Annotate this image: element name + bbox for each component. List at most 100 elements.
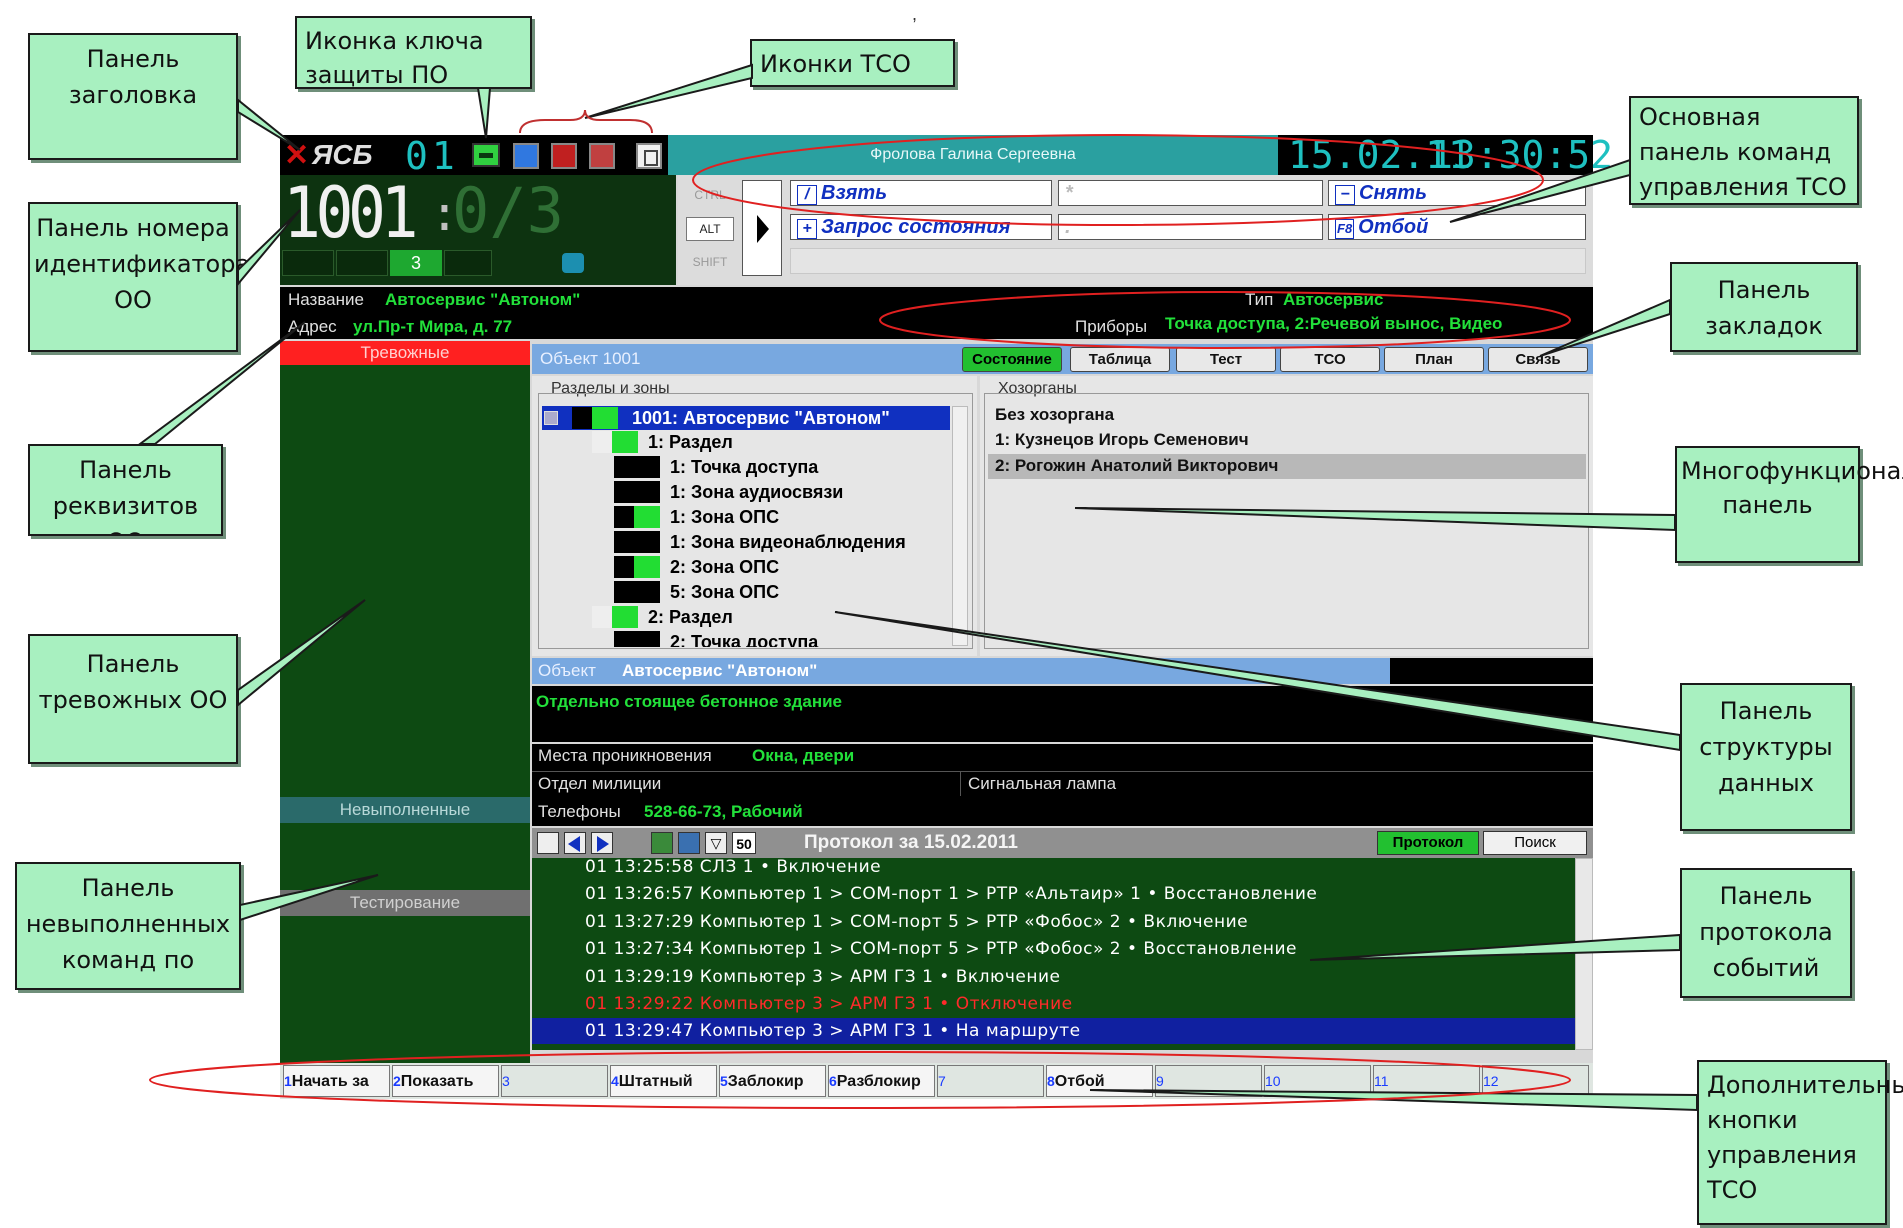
filter-green-icon[interactable] (651, 832, 673, 854)
function-button-number: 1 (284, 1073, 292, 1089)
monitor-icon[interactable] (678, 832, 700, 854)
owner-item[interactable]: Без хозоргана (995, 405, 1114, 425)
callout-main-cmd: Основная панель команд управления ТСО (1629, 96, 1859, 205)
tso-icon-4[interactable] (636, 143, 662, 169)
function-button-label: Заблокир (727, 1073, 804, 1090)
shift-key[interactable]: SHIFT (686, 250, 734, 274)
ctrl-key[interactable]: CTRL (686, 183, 734, 207)
function-button-6[interactable]: 6Разблокир (828, 1065, 935, 1097)
devices-value: Точка доступа, 2:Речевой вынос, Видео (1165, 314, 1503, 333)
protocol-row[interactable]: 01 13:29:19 Компьютер 3 > АРМ ГЗ 1 • Вкл… (532, 964, 1575, 991)
tso-icon-3[interactable] (589, 143, 615, 169)
tab-test[interactable]: Тест (1176, 347, 1276, 372)
take-key: / (797, 185, 817, 205)
entry-value: Окна, двери (752, 746, 855, 765)
query-key: + (797, 219, 817, 239)
function-button-label: Начать за (291, 1073, 369, 1090)
protocol-scrollbar[interactable] (1575, 858, 1593, 1050)
play-button[interactable] (742, 180, 782, 276)
tree-root-label: 1001: Автосервис "Автоном" (632, 408, 890, 428)
address-label: Адрес (288, 317, 337, 336)
protocol-row[interactable]: 01 13:29:47 Компьютер 3 > АРМ ГЗ 1 • На … (532, 1018, 1575, 1045)
root-status-icon (572, 407, 618, 429)
play-icon (757, 215, 769, 243)
function-button-12[interactable]: 12 (1482, 1065, 1589, 1097)
tab-link[interactable]: Связь (1488, 347, 1588, 372)
take-button[interactable]: / Взять (790, 180, 1052, 206)
next-icon[interactable] (591, 832, 613, 854)
function-button-number: 9 (1156, 1073, 1164, 1089)
function-button-5[interactable]: 5Заблокир (719, 1065, 826, 1097)
remove-key: − (1335, 185, 1355, 205)
protocol-row[interactable]: 01 13:27:34 Компьютер 1 > COM-порт 5 > Р… (532, 936, 1575, 963)
function-button-3[interactable]: 3 (501, 1065, 608, 1097)
testing-header[interactable]: Тестирование (280, 890, 530, 916)
alarm-header[interactable]: Тревожные (280, 341, 530, 365)
tab-plan[interactable]: План (1384, 347, 1484, 372)
unfinished-header[interactable]: Невыполненные (280, 797, 530, 823)
callout-id-panel: Панель номера идентификатора ОО (28, 202, 250, 352)
protocol-row[interactable]: 01 13:27:29 Компьютер 1 > COM-порт 5 > Р… (532, 909, 1575, 936)
protocol-row[interactable]: 01 13:29:22 Компьютер 3 > АРМ ГЗ 1 • Отк… (532, 991, 1575, 1018)
count-box[interactable]: 50 (732, 832, 756, 854)
cmd-empty-row (790, 248, 1586, 274)
star-slot[interactable]: * (1058, 180, 1323, 206)
protocol-list: 01 13:25:58 СЛЗ 1 • Включение 01 13:26:57… (532, 858, 1575, 1050)
function-button-label: Штатный (618, 1073, 693, 1090)
function-button-10[interactable]: 10 (1264, 1065, 1371, 1097)
date-display: 15.02.11 (1288, 133, 1472, 177)
protocol-row[interactable]: 01 13:26:57 Компьютер 1 > COM-порт 1 > Р… (532, 881, 1575, 908)
cancel-button[interactable]: F8 Отбой (1328, 214, 1586, 240)
function-button-9[interactable]: 9 (1155, 1065, 1262, 1097)
function-button-number: 7 (938, 1073, 946, 1089)
function-button-1[interactable]: 1Начать за (283, 1065, 390, 1097)
cancel-key: F8 (1335, 219, 1355, 239)
devices-label: Приборы (1075, 317, 1148, 336)
tree-root[interactable]: 1001: Автосервис "Автоном" (542, 406, 950, 430)
callout-multi-panel: Многофункциональная панель (1675, 446, 1903, 563)
object-info-label: Объект (538, 661, 596, 680)
remove-button[interactable]: − Снять (1328, 180, 1586, 206)
function-button-11[interactable]: 11 (1373, 1065, 1480, 1097)
pointer-tso (584, 63, 753, 119)
function-button-2[interactable]: 2Показать (392, 1065, 499, 1097)
function-button-number: 10 (1265, 1073, 1281, 1089)
type-label: Тип (1245, 290, 1274, 309)
id-mini-2 (336, 250, 388, 276)
protocol-row[interactable]: 01 13:25:58 СЛЗ 1 • Включение (532, 858, 1575, 881)
tab-table[interactable]: Таблица (1070, 347, 1170, 372)
protocol-button[interactable]: Протокол (1377, 831, 1479, 855)
collapse-icon[interactable] (544, 411, 558, 425)
function-button-label: Отбой (1054, 1073, 1105, 1090)
function-button-number: 5 (720, 1073, 728, 1089)
id-sep: : (430, 186, 459, 242)
function-button-4[interactable]: 4Штатный (610, 1065, 717, 1097)
tso-icon-2[interactable] (551, 143, 577, 169)
function-button-7[interactable]: 7 (937, 1065, 1044, 1097)
tab-state[interactable]: Состояние (962, 347, 1062, 372)
alt-key[interactable]: ALT (686, 217, 734, 241)
search-button[interactable]: Поиск (1483, 831, 1587, 855)
operator-name: Фролова Галина Сергеевна (870, 146, 1076, 163)
owner-item[interactable]: 2: Рогожин Анатолий Викторович (995, 456, 1278, 476)
owner-item[interactable]: 1: Кузнецов Игорь Семенович (995, 430, 1249, 450)
filter-icon[interactable]: ▽ (705, 832, 727, 854)
name-label: Название (288, 290, 364, 309)
callout-protocol: Панель протокола событий (1680, 868, 1852, 998)
dot-slot[interactable]: . (1058, 214, 1323, 240)
function-button-label: Показать (400, 1073, 474, 1090)
callout-title-panel: Панель заголовка (28, 33, 238, 160)
id-mini-1 (282, 250, 334, 276)
function-button-8[interactable]: 8Отбой (1046, 1065, 1153, 1097)
phone-icon[interactable] (562, 253, 584, 273)
tso-icon-1[interactable] (513, 143, 539, 169)
calendar-icon[interactable] (537, 832, 559, 854)
query-button[interactable]: + Запрос состояния (790, 214, 1052, 240)
address-value: ул.Пр-т Мира, д. 77 (353, 317, 513, 336)
prev-icon[interactable] (564, 832, 586, 854)
tab-tso[interactable]: ТСО (1280, 347, 1380, 372)
key-icon[interactable] (472, 143, 500, 167)
logo-text: ЯСБ (312, 139, 373, 170)
tree-scrollbar[interactable] (952, 406, 968, 646)
alarm-panel (280, 341, 530, 1063)
